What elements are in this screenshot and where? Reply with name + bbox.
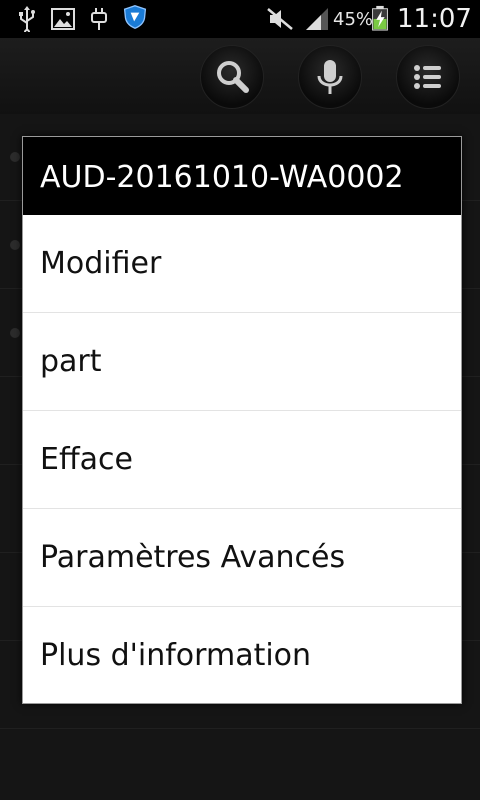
list-bullet xyxy=(10,240,20,250)
image-icon xyxy=(51,8,75,30)
app-toolbar xyxy=(0,38,480,114)
status-bar: 45% 11:07 xyxy=(0,0,480,38)
search-icon xyxy=(217,61,249,93)
battery-percent: 45% xyxy=(333,9,374,30)
search-button[interactable] xyxy=(200,45,264,109)
plug-icon xyxy=(91,8,107,30)
list-item xyxy=(0,730,480,800)
usb-icon xyxy=(19,6,35,32)
signal-icon xyxy=(306,8,328,30)
list-bullet xyxy=(10,328,20,338)
voice-search-button[interactable] xyxy=(298,45,362,109)
menu-item-advanced-settings[interactable]: Paramètres Avancés xyxy=(23,509,461,607)
dialog-title: AUD-20161010-WA0002 xyxy=(23,137,461,215)
list-bullet xyxy=(10,152,20,162)
mic-icon xyxy=(317,60,343,94)
shield-icon xyxy=(123,5,147,29)
menu-item-part[interactable]: part xyxy=(23,313,461,411)
screen: 45% 11:07 AUD-20161010-WA0002 Modifier p… xyxy=(0,0,480,800)
context-menu-dialog: AUD-20161010-WA0002 Modifier part Efface… xyxy=(22,136,462,704)
menu-item-more-info[interactable]: Plus d'information xyxy=(23,607,461,704)
status-clock: 11:07 xyxy=(397,4,472,34)
mute-icon xyxy=(267,8,293,30)
menu-button[interactable] xyxy=(396,45,460,109)
menu-list-icon xyxy=(414,65,441,89)
battery-charging-icon xyxy=(372,5,388,31)
menu-item-efface[interactable]: Efface xyxy=(23,411,461,509)
menu-item-modifier[interactable]: Modifier xyxy=(23,215,461,313)
